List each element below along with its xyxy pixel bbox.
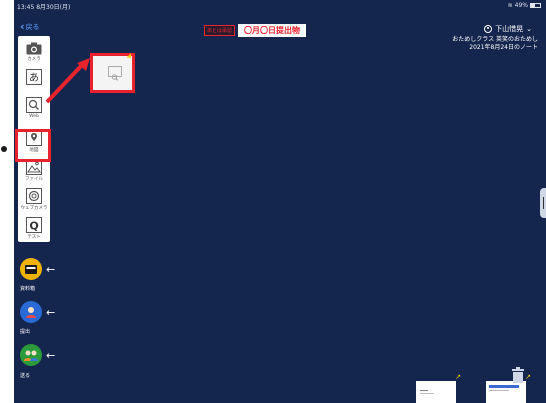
class-info: おためしクラス 英笑のおためし 2021年8月24日のノート xyxy=(452,36,538,52)
web-search-icon xyxy=(108,66,122,81)
text-icon: あ xyxy=(26,69,42,85)
web-card-thumbnail[interactable]: ◢ xyxy=(90,52,135,93)
status-badge: あとは承認 xyxy=(204,25,236,36)
send-label: 送る xyxy=(20,373,31,379)
user-icon xyxy=(484,25,493,33)
quiz-icon: Q xyxy=(26,217,42,233)
card-corner-mark: ↗ xyxy=(525,373,531,381)
submit-button[interactable]: ← xyxy=(20,301,55,323)
materials-box-button[interactable]: ← xyxy=(20,258,55,280)
side-panel-handle[interactable] xyxy=(540,188,546,218)
battery-icon xyxy=(530,3,541,8)
pointer-arrow xyxy=(45,58,90,104)
app-screen: 13:45 8月30日(月) ≋ 49% ‹ 戻る カメラ あ Web 地図 フ… xyxy=(14,0,546,403)
tool-file[interactable]: ファイル xyxy=(18,159,50,182)
webcam-icon xyxy=(26,188,42,204)
web-search-icon xyxy=(26,97,42,113)
submit-label: 提出 xyxy=(20,329,31,335)
tool-webcam[interactable]: ウェブカメラ xyxy=(18,188,50,211)
trash-icon[interactable] xyxy=(511,367,525,383)
send-icon xyxy=(20,344,42,366)
tool-label: ファイル xyxy=(25,177,43,182)
highlight-frame xyxy=(15,129,51,162)
card-corner-mark: ↗ xyxy=(455,373,461,381)
status-right: ≋ 49% xyxy=(508,2,541,9)
back-label: 戻る xyxy=(25,23,40,31)
send-button[interactable]: ← xyxy=(20,344,55,366)
status-time: 13:45 8月30日(月) xyxy=(17,4,71,11)
svg-text:Q: Q xyxy=(29,220,38,233)
camera-icon xyxy=(26,42,42,55)
class-name: おためしクラス 英笑のおためし xyxy=(452,36,538,43)
tool-label: ウェブカメラ xyxy=(20,206,48,211)
user-menu[interactable]: 下山惜晃 ⌄ xyxy=(484,24,532,34)
note-date: 2021年8月24日のノート xyxy=(469,44,538,51)
tool-label: テスト xyxy=(27,235,41,240)
back-button[interactable]: ‹ 戻る xyxy=(20,20,40,33)
arrow-left-icon: ← xyxy=(46,262,56,276)
wifi-icon: ≋ xyxy=(507,2,513,9)
tool-quiz[interactable]: Q テスト xyxy=(18,217,50,240)
submitted-card[interactable]: ↗ xyxy=(416,373,461,403)
chevron-down-icon: ⌄ xyxy=(526,25,532,33)
tool-label: カメラ xyxy=(27,57,41,62)
arrow-left-icon: ← xyxy=(46,305,56,319)
tool-label: Web xyxy=(29,114,39,119)
user-name: 下山惜晃 xyxy=(495,25,524,33)
bullet-dot xyxy=(1,146,7,152)
arrow-left-icon: ← xyxy=(46,348,56,362)
battery-percent: 49% xyxy=(514,2,528,9)
submit-icon xyxy=(20,301,42,323)
svg-text:あ: あ xyxy=(29,72,39,84)
page-title[interactable]: 〇月〇日提出物 xyxy=(238,24,307,37)
materials-box-icon xyxy=(20,258,42,280)
card-corner-mark: ◢ xyxy=(126,52,131,59)
materials-box-label: 資料箱 xyxy=(20,286,36,292)
chevron-left-icon: ‹ xyxy=(20,20,25,33)
submitted-card[interactable]: ↗ xyxy=(486,373,531,403)
note-title-bar: あとは承認 〇月〇日提出物 xyxy=(204,24,307,37)
